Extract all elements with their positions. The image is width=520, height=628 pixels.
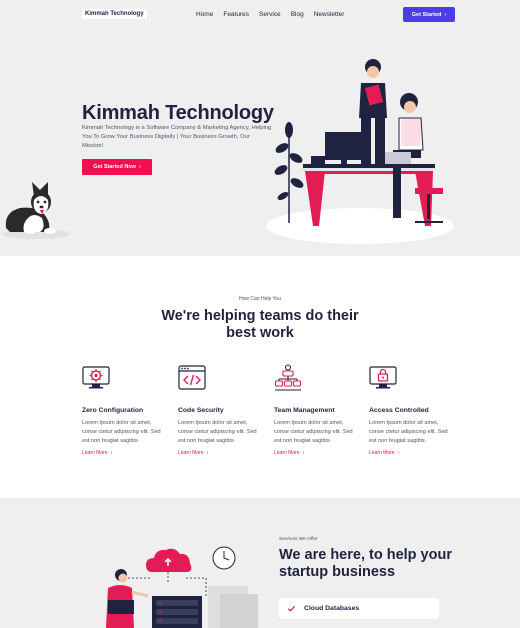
feature-access-controlled: Access Controlled Lorem Ipsum dolor sit …	[369, 364, 454, 456]
feature-name: Access Controlled	[369, 407, 429, 414]
feature-learn-more-link[interactable]: Learn More ›	[82, 450, 167, 456]
nav-link-newsletter[interactable]: Newsletter	[314, 11, 345, 18]
lock-monitor-icon	[369, 366, 397, 389]
learn-more-label: Learn More	[274, 450, 300, 456]
services-title: We're helping teams do their best work	[161, 308, 359, 341]
learn-more-label: Learn More	[82, 450, 108, 456]
settings-monitor-icon	[82, 366, 110, 389]
nav-menu: Home Features Service Blog Newsletter	[196, 11, 344, 18]
hero-description: Kimmah Technology is a Software Company …	[82, 125, 272, 149]
feature-zero-configuration: Zero Configuration Lorem Ipsum dolor sit…	[82, 364, 167, 456]
feature-learn-more-link[interactable]: Learn More ›	[369, 450, 454, 456]
feature-code-security: Code Security Lorem Ipsum dolor sit amet…	[178, 364, 263, 456]
office-team-illustration	[266, 59, 454, 244]
chevron-right-icon: ›	[206, 450, 209, 456]
startup-section: Services We Offer We are here, to help y…	[0, 498, 520, 628]
services-section: How Can Help You We're helping teams do …	[0, 256, 520, 498]
service-item-cloud-databases[interactable]: Cloud Databases	[279, 598, 439, 619]
startup-title: We are here, to help your startup busine…	[279, 547, 452, 580]
learn-more-label: Learn More	[178, 450, 204, 456]
services-eyebrow: How Can Help You	[239, 296, 281, 302]
nav-link-service[interactable]: Service	[259, 11, 281, 18]
feature-description: Lorem Ipsum dolor sit amet, conse ctetur…	[274, 420, 353, 444]
learn-more-label: Learn More	[369, 450, 395, 456]
startup-eyebrow: Services We Offer	[279, 537, 318, 542]
service-item-label: Cloud Databases	[304, 605, 360, 612]
code-window-icon	[178, 365, 206, 390]
chevron-right-icon: ›	[302, 450, 305, 456]
nav-link-blog[interactable]: Blog	[291, 11, 304, 18]
feature-description: Lorem Ipsum dolor sit amet, conse ctetur…	[369, 420, 448, 444]
feature-description: Lorem Ipsum dolor sit amet, conse ctetur…	[178, 420, 257, 444]
site-logo[interactable]: Kimmah Technology	[82, 9, 147, 19]
cloud-server-illustration	[106, 546, 258, 628]
feature-learn-more-link[interactable]: Learn More ›	[274, 450, 359, 456]
chevron-right-icon: ›	[138, 164, 141, 170]
hero-title: Kimmah Technology	[82, 102, 274, 124]
team-hierarchy-icon	[274, 364, 302, 391]
feature-name: Code Security	[178, 407, 224, 414]
hero-get-started-button[interactable]: Get Started Now ›	[82, 159, 152, 175]
feature-learn-more-link[interactable]: Learn More ›	[178, 450, 263, 456]
top-navbar: Kimmah Technology Home Features Service …	[0, 0, 520, 30]
nav-get-started-button[interactable]: Get Started ›	[403, 7, 455, 22]
feature-team-management: Team Management Lorem Ipsum dolor sit am…	[274, 364, 359, 456]
chevron-right-icon: ›	[110, 450, 113, 456]
chevron-right-icon: ›	[444, 11, 447, 18]
hero-get-started-label: Get Started Now	[93, 164, 136, 170]
nav-get-started-label: Get Started	[411, 11, 442, 18]
husky-dog-illustration	[2, 182, 70, 239]
feature-name: Zero Configuration	[82, 407, 144, 414]
check-icon	[287, 605, 296, 612]
chevron-right-icon: ›	[397, 450, 400, 456]
nav-link-features[interactable]: Features	[223, 11, 249, 18]
hero-section: Kimmah Technology Kimmah Technology is a…	[0, 30, 520, 256]
nav-link-home[interactable]: Home	[196, 11, 213, 18]
feature-name: Team Management	[274, 407, 335, 414]
feature-description: Lorem Ipsum dolor sit amet, conse ctetur…	[82, 420, 161, 444]
